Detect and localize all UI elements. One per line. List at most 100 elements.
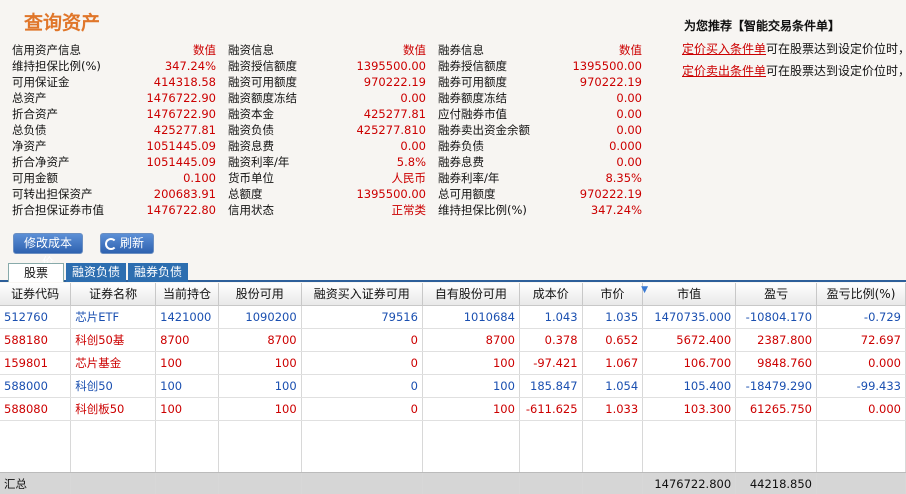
- tab-stock[interactable]: 股票: [8, 263, 64, 282]
- table-cell: 100: [155, 351, 219, 375]
- recommend-text: 可在股票达到设定价位时，: [766, 42, 906, 56]
- info-label: 信用状态: [228, 203, 274, 217]
- info-value: 1051445.09: [146, 139, 216, 153]
- info-value: 0.00: [616, 123, 642, 137]
- column-header[interactable]: 融资买入证券可用: [301, 283, 423, 306]
- summary-table: 汇总 1476722.800 44218.850: [0, 473, 906, 494]
- modify-cost-button[interactable]: 修改成本价: [13, 233, 83, 269]
- table-cell: 100: [422, 397, 520, 421]
- table-cell: 100: [218, 397, 302, 421]
- buy-condition-link[interactable]: 定价买入条件单: [682, 42, 766, 56]
- table-cell: 科创板50: [70, 397, 157, 421]
- sort-arrow-icon: ▼: [641, 285, 649, 296]
- info-value: 0.00: [616, 155, 642, 169]
- info-value: 425277.810: [356, 123, 426, 137]
- table-cell: 科创50: [70, 374, 157, 398]
- info-value: 425277.81: [363, 107, 426, 121]
- info-label: 融券利率/年: [438, 171, 500, 185]
- table-cell: 9848.760: [735, 351, 818, 375]
- table-cell: 512760: [0, 305, 72, 329]
- info-label: 总负债: [12, 123, 47, 137]
- table-cell: -97.421: [519, 351, 583, 375]
- info-label: 融资本金: [228, 107, 274, 121]
- info-label: 可用金额: [12, 171, 58, 185]
- info-value: 425277.81: [153, 123, 216, 137]
- info-label: 融券卖出资金余额: [438, 123, 530, 137]
- info-value: 0.00: [400, 91, 426, 105]
- info-value: 414318.58: [153, 75, 216, 89]
- info-label: 可转出担保资产: [12, 187, 93, 201]
- column-header[interactable]: 盈亏比例(%): [816, 283, 906, 306]
- table-cell: 100: [155, 397, 219, 421]
- column-header[interactable]: ▼ 市值: [641, 283, 737, 306]
- info-label: 融资额度冻结: [228, 91, 297, 105]
- info-label: 总可用额度: [438, 187, 496, 201]
- column-header[interactable]: 证券代码: [0, 283, 72, 306]
- table-cell: 0.000: [816, 351, 906, 375]
- info-value: 1395500.00: [356, 187, 426, 201]
- table-row[interactable]: 588080 科创板50 100 100 0 100 -611.625 1.033 103.30…: [0, 397, 906, 421]
- column-header[interactable]: 股份可用: [218, 283, 302, 306]
- table-cell: 100: [422, 351, 520, 375]
- tab-bar: 股票 融资负债 融券负债: [0, 262, 906, 282]
- table-cell: 1.035: [582, 305, 644, 329]
- tab-financing-debt[interactable]: 融资负债: [66, 263, 126, 282]
- info-value: 人民币: [391, 171, 427, 185]
- recommend-title: 为您推荐【智能交易条件单】: [684, 19, 841, 33]
- info-value: 347.24%: [164, 59, 216, 73]
- table-cell: 105.400: [642, 374, 737, 398]
- info-label: 总资产: [12, 91, 47, 105]
- recommend-line-buy: 定价买入条件单可在股票达到设定价位时，: [682, 38, 906, 60]
- column-header[interactable]: 自有股份可用: [422, 283, 520, 306]
- info-value: 1476722.90: [146, 107, 216, 121]
- sell-condition-link[interactable]: 定价卖出条件单: [682, 64, 766, 78]
- table-cell: -10804.170: [735, 305, 818, 329]
- info-value: 970222.19: [363, 75, 426, 89]
- column-header[interactable]: 盈亏: [735, 283, 818, 306]
- table-cell: 科创50基: [70, 328, 157, 352]
- table-cell: 0.652: [582, 328, 644, 352]
- info-value: 8.35%: [605, 171, 642, 185]
- summary-row: 汇总 1476722.800 44218.850: [0, 472, 906, 494]
- table-cell: 5672.400: [642, 328, 737, 352]
- holdings-grid[interactable]: 证券代码 证券名称 当前持仓 股份可用 融资买入证券可用 自有股份可用 成本价 市价 ▼ 市值 盈亏…: [0, 283, 906, 494]
- table-cell: 1.054: [582, 374, 644, 398]
- column-header[interactable]: 市价: [582, 283, 644, 306]
- info-label: 净资产: [12, 139, 47, 153]
- table-row[interactable]: 159801 芯片基金 100 100 0 100 -97.421 1.067 106.700 9…: [0, 351, 906, 375]
- info-value: 0.00: [400, 139, 426, 153]
- table-cell: 100: [218, 351, 302, 375]
- table-cell: 芯片基金: [70, 351, 157, 375]
- info-label: 折合资产: [12, 107, 58, 121]
- info-label: 总额度: [228, 187, 263, 201]
- summary-label: 汇总: [0, 473, 72, 494]
- table-cell: 100: [422, 374, 520, 398]
- table-cell: 1.043: [519, 305, 583, 329]
- tab-securities-debt[interactable]: 融券负债: [128, 263, 188, 282]
- info-label: 融资利率/年: [228, 155, 290, 169]
- refresh-icon: [105, 237, 117, 250]
- table-cell: -18479.290: [735, 374, 818, 398]
- table-cell: 8700: [218, 328, 302, 352]
- table-cell: 0.000: [816, 397, 906, 421]
- refresh-button[interactable]: 刷新: [100, 233, 154, 254]
- table-row[interactable]: 588180 科创50基 8700 8700 0 8700 0.378 0.652 5672.4…: [0, 328, 906, 352]
- info-label: 折合担保证券市值: [12, 203, 104, 217]
- column-header[interactable]: 成本价: [519, 283, 583, 306]
- info-value: 200683.91: [153, 187, 216, 201]
- table-cell: 588080: [0, 397, 72, 421]
- table-cell: 103.300: [642, 397, 737, 421]
- column-header[interactable]: 证券名称: [70, 283, 157, 306]
- column-header[interactable]: 当前持仓: [155, 283, 219, 306]
- table-row[interactable]: 588000 科创50 100 100 0 100 185.847 1.054 105.400-…: [0, 374, 906, 398]
- info-value: 1476722.80: [146, 203, 216, 217]
- table-cell: 588180: [0, 328, 72, 352]
- holdings-table: 证券代码 证券名称 当前持仓 股份可用 融资买入证券可用 自有股份可用 成本价 市价 ▼ 市值 盈亏…: [0, 283, 906, 492]
- table-cell: 芯片ETF: [70, 305, 157, 329]
- info-label: 维持担保比例(%): [438, 203, 527, 217]
- summary-market-value: 1476722.800: [642, 473, 737, 494]
- table-cell: 1421000: [155, 305, 219, 329]
- table-row[interactable]: 512760 芯片ETF 1421000 1090200 79516 1010684 1.0…: [0, 305, 906, 329]
- info-value: 0.000: [609, 139, 642, 153]
- info-value: 970222.19: [579, 187, 642, 201]
